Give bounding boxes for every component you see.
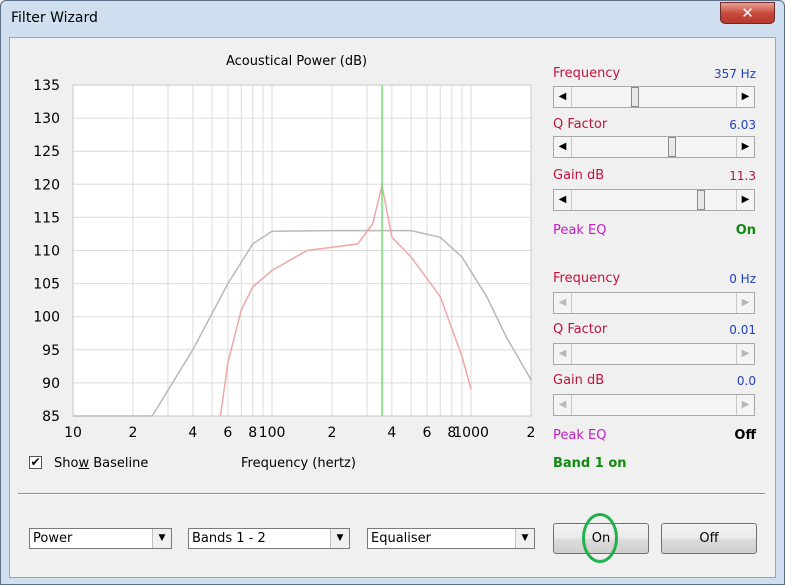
slider-right-arrow-icon[interactable]: ▶ bbox=[736, 395, 754, 415]
y-tick-label: 115 bbox=[33, 210, 60, 226]
slider-left-arrow-icon[interactable]: ◀ bbox=[554, 87, 572, 107]
mode-dropdown-value: Power bbox=[33, 531, 73, 546]
slider-right-arrow-icon[interactable]: ▶ bbox=[736, 190, 754, 210]
slider-right-arrow-icon[interactable]: ▶ bbox=[736, 344, 754, 364]
show-baseline-checkbox[interactable]: ✔ bbox=[29, 456, 42, 469]
band1-q-factor-value: 6.03 bbox=[729, 118, 756, 132]
slider-thumb[interactable] bbox=[697, 190, 705, 210]
band1-frequency-slider[interactable]: ◀ ▶ bbox=[553, 86, 755, 108]
chevron-down-icon[interactable]: ▼ bbox=[330, 529, 349, 548]
bands-dropdown-value: Bands 1 - 2 bbox=[192, 531, 266, 546]
band1-frequency-label: Frequency bbox=[553, 66, 621, 81]
band2-gain-slider[interactable]: ◀ ▶ bbox=[553, 394, 755, 416]
band2-gain-label: Gain dB bbox=[553, 373, 605, 388]
type-dropdown-value: Equaliser bbox=[371, 531, 432, 546]
bands-dropdown[interactable]: Bands 1 - 2 ▼ bbox=[188, 528, 350, 549]
band1-frequency-value: 357 Hz bbox=[713, 67, 756, 81]
y-tick-label: 125 bbox=[33, 144, 60, 160]
slider-right-arrow-icon[interactable]: ▶ bbox=[736, 137, 754, 157]
x-tick-label: 6 bbox=[422, 425, 431, 441]
chevron-down-icon[interactable]: ▼ bbox=[152, 529, 171, 548]
band1-q-factor-label: Q Factor bbox=[553, 117, 608, 132]
chevron-down-icon[interactable]: ▼ bbox=[515, 529, 534, 548]
slider-left-arrow-icon[interactable]: ◀ bbox=[554, 344, 572, 364]
band1-q-factor-slider[interactable]: ◀ ▶ bbox=[553, 136, 755, 158]
x-tick-label: 4 bbox=[387, 425, 396, 441]
off-button[interactable]: Off bbox=[661, 523, 757, 554]
band2-frequency-label: Frequency bbox=[553, 271, 621, 286]
y-tick-label: 85 bbox=[42, 409, 60, 425]
band1-peak-eq-state[interactable]: On bbox=[696, 223, 756, 238]
slider-thumb[interactable] bbox=[668, 137, 676, 157]
band2-peak-eq-label: Peak EQ bbox=[553, 428, 607, 443]
x-tick-label: 1000 bbox=[453, 425, 489, 441]
y-tick-label: 110 bbox=[33, 244, 60, 260]
band-status: Band 1 on bbox=[553, 456, 627, 471]
y-tick-label: 120 bbox=[33, 177, 60, 193]
highlight-circle bbox=[582, 513, 618, 563]
x-tick-label: 100 bbox=[259, 425, 286, 441]
slider-left-arrow-icon[interactable]: ◀ bbox=[554, 137, 572, 157]
y-tick-label: 135 bbox=[33, 78, 60, 94]
band1-gain-slider[interactable]: ◀ ▶ bbox=[553, 189, 755, 211]
slider-left-arrow-icon[interactable]: ◀ bbox=[554, 395, 572, 415]
slider-right-arrow-icon[interactable]: ▶ bbox=[736, 293, 754, 313]
x-tick-label: 2 bbox=[527, 425, 536, 441]
show-baseline-label[interactable]: Show Baseline bbox=[54, 456, 148, 471]
x-tick-label: 10 bbox=[64, 425, 82, 441]
band2-frequency-value: 0 Hz bbox=[729, 272, 756, 286]
y-tick-label: 95 bbox=[42, 343, 60, 359]
slider-right-arrow-icon[interactable]: ▶ bbox=[736, 87, 754, 107]
band1-gain-label: Gain dB bbox=[553, 168, 605, 183]
x-tick-label: 4 bbox=[188, 425, 197, 441]
x-tick-label: 6 bbox=[223, 425, 232, 441]
y-tick-label: 105 bbox=[33, 277, 60, 293]
band2-gain-value: 0.0 bbox=[736, 374, 756, 388]
y-tick-label: 130 bbox=[33, 111, 60, 127]
y-tick-label: 90 bbox=[42, 376, 60, 392]
slider-left-arrow-icon[interactable]: ◀ bbox=[554, 190, 572, 210]
x-axis-label: Frequency (hertz) bbox=[241, 456, 356, 471]
band2-peak-eq-state[interactable]: Off bbox=[696, 428, 756, 443]
band2-frequency-slider[interactable]: ◀ ▶ bbox=[553, 292, 755, 314]
band2-q-factor-label: Q Factor bbox=[553, 322, 608, 337]
band1-peak-eq-label: Peak EQ bbox=[553, 223, 607, 238]
type-dropdown[interactable]: Equaliser ▼ bbox=[367, 528, 535, 549]
band2-q-factor-value: 0.01 bbox=[729, 323, 756, 337]
mode-dropdown[interactable]: Power ▼ bbox=[29, 528, 172, 549]
band1-gain-value: 11.3 bbox=[729, 169, 756, 183]
x-tick-label: 8 bbox=[248, 425, 257, 441]
slider-left-arrow-icon[interactable]: ◀ bbox=[554, 293, 572, 313]
divider bbox=[18, 493, 765, 495]
band2-q-factor-slider[interactable]: ◀ ▶ bbox=[553, 343, 755, 365]
x-tick-label: 2 bbox=[327, 425, 336, 441]
x-tick-label: 2 bbox=[128, 425, 137, 441]
y-tick-label: 100 bbox=[33, 310, 60, 326]
slider-thumb[interactable] bbox=[631, 87, 639, 107]
